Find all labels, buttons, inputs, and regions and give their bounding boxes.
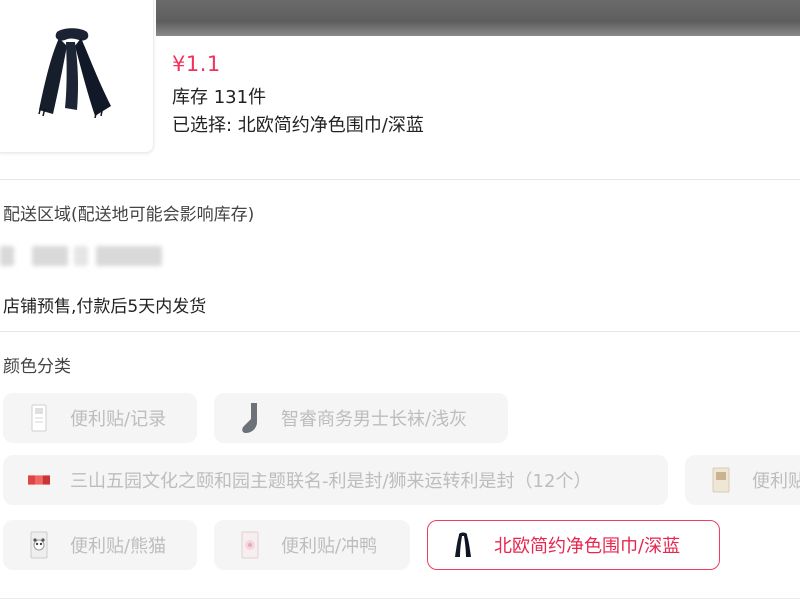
- product-price: ¥1.1: [172, 52, 221, 76]
- delivery-address-blurred[interactable]: [0, 240, 178, 276]
- panda-note-icon: [28, 530, 50, 560]
- sticky-note-icon: [28, 403, 50, 433]
- product-thumbnail[interactable]: [0, 0, 154, 153]
- delivery-area-label: 配送区域(配送地可能会影响库存): [3, 205, 255, 225]
- divider: [0, 331, 800, 332]
- divider: [0, 598, 800, 599]
- red-envelope-icon: [28, 465, 50, 495]
- variant-option-label: 三山五园文化之颐和园主题联名-利是封/狮来运转利是封（12个）: [70, 471, 592, 492]
- product-stock: 库存 131件: [172, 87, 267, 108]
- variant-option-label: 便利贴/冲鸭: [281, 536, 378, 557]
- variant-option-scarf-navy[interactable]: 北欧简约净色围巾/深蓝: [427, 520, 720, 570]
- variant-section-label: 颜色分类: [3, 357, 71, 377]
- shipping-note: 店铺预售,付款后5天内发货: [3, 297, 207, 317]
- sock-icon: [239, 403, 261, 433]
- variant-option-red-envelope[interactable]: 三山五园文化之颐和园主题联名-利是封/狮来运转利是封（12个）: [3, 455, 668, 505]
- variant-option-sticky-note-panda[interactable]: 便利贴/熊猫: [3, 520, 197, 570]
- variant-option-label: 智睿商务男士长袜/浅灰: [281, 409, 468, 430]
- divider: [0, 179, 800, 180]
- scarf-icon: [452, 530, 474, 560]
- variant-option-socks[interactable]: 智睿商务男士长袜/浅灰: [214, 393, 508, 443]
- variant-option-label: 便利贴: [752, 471, 800, 492]
- variant-option-label: 北欧简约净色围巾/深蓝: [494, 536, 681, 557]
- sticky-note-icon: [710, 465, 732, 495]
- variant-option-sticky-note-duck[interactable]: 便利贴/冲鸭: [214, 520, 410, 570]
- variant-option-sticky-note[interactable]: 便利贴: [685, 455, 800, 505]
- duck-note-icon: [239, 530, 261, 560]
- selected-variant-text: 已选择: 北欧简约净色围巾/深蓝: [172, 115, 424, 136]
- variant-option-sticky-note-record[interactable]: 便利贴/记录: [3, 393, 197, 443]
- scarf-icon: [38, 28, 111, 118]
- top-bar: [156, 0, 800, 36]
- variant-option-label: 便利贴/熊猫: [70, 536, 167, 557]
- variant-option-label: 便利贴/记录: [70, 409, 167, 430]
